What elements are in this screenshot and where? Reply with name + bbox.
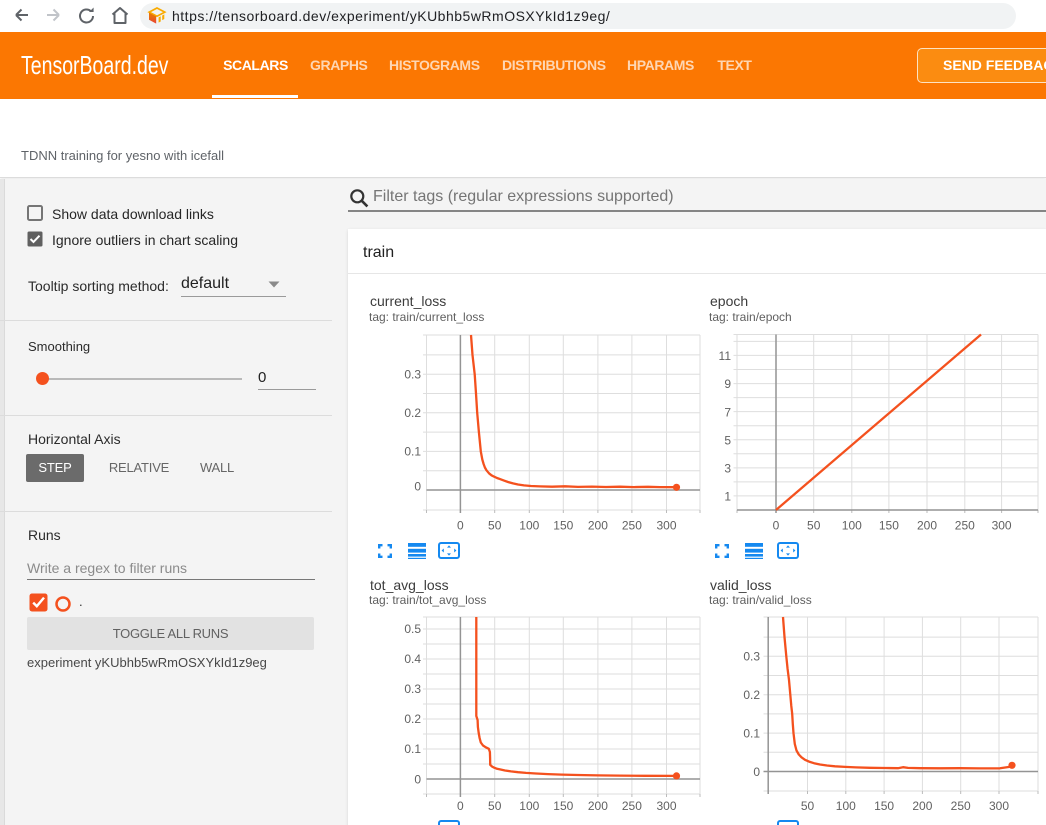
svg-text:3: 3	[724, 462, 731, 476]
svg-text:0: 0	[753, 765, 760, 779]
svg-text:0: 0	[457, 799, 464, 813]
svg-text:100: 100	[836, 799, 856, 813]
svg-text:100: 100	[842, 519, 862, 533]
svg-text:300: 300	[656, 519, 676, 533]
svg-text:200: 200	[917, 519, 937, 533]
svg-text:300: 300	[992, 519, 1012, 533]
svg-text:9: 9	[724, 377, 731, 391]
svg-text:250: 250	[951, 799, 971, 813]
svg-text:0.1: 0.1	[743, 726, 760, 740]
svg-text:0: 0	[773, 519, 780, 533]
svg-text:7: 7	[724, 405, 731, 419]
svg-text:300: 300	[989, 799, 1009, 813]
svg-text:5: 5	[724, 433, 731, 447]
svg-text:0.2: 0.2	[404, 712, 421, 726]
svg-text:1: 1	[724, 490, 731, 504]
svg-text:0.1: 0.1	[404, 445, 421, 459]
svg-text:11: 11	[719, 349, 732, 363]
svg-text:200: 200	[588, 799, 608, 813]
svg-text:0: 0	[414, 479, 421, 493]
svg-text:50: 50	[488, 799, 502, 813]
svg-text:0.4: 0.4	[404, 652, 421, 666]
svg-text:0.3: 0.3	[404, 367, 421, 381]
svg-text:50: 50	[807, 519, 821, 533]
svg-text:50: 50	[801, 799, 815, 813]
svg-text:250: 250	[622, 799, 642, 813]
svg-text:200: 200	[588, 519, 608, 533]
svg-text:0.3: 0.3	[743, 650, 760, 664]
svg-text:150: 150	[553, 519, 573, 533]
svg-text:250: 250	[955, 519, 975, 533]
svg-text:250: 250	[622, 519, 642, 533]
svg-text:0.2: 0.2	[404, 406, 421, 420]
svg-text:150: 150	[879, 519, 899, 533]
svg-text:0: 0	[457, 519, 464, 533]
svg-text:0.5: 0.5	[404, 622, 421, 636]
svg-text:100: 100	[519, 799, 539, 813]
svg-text:100: 100	[519, 519, 539, 533]
svg-text:0: 0	[414, 772, 421, 786]
svg-text:150: 150	[874, 799, 894, 813]
svg-text:0.2: 0.2	[743, 688, 760, 702]
svg-text:0.1: 0.1	[404, 742, 421, 756]
svg-text:200: 200	[912, 799, 932, 813]
svg-text:300: 300	[656, 799, 676, 813]
svg-text:50: 50	[488, 519, 502, 533]
svg-text:150: 150	[553, 799, 573, 813]
svg-text:0.3: 0.3	[404, 682, 421, 696]
